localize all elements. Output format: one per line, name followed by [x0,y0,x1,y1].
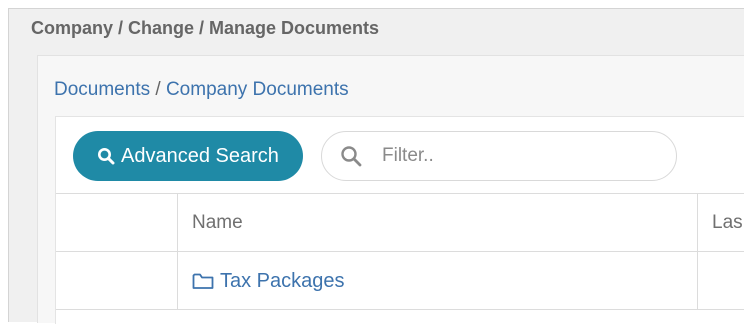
breadcrumb-company-documents-link[interactable]: Company Documents [166,79,349,100]
filter-input[interactable] [382,145,642,167]
breadcrumb: Documents / Company Documents [54,79,349,101]
breadcrumb-documents-link[interactable]: Documents [54,79,150,100]
row-last-modified-cell [698,252,744,310]
breadcrumb-separator: / [150,79,166,100]
name-column-header[interactable]: Name [178,194,698,252]
folder-link-tax-packages[interactable]: Tax Packages [192,270,345,293]
documents-card: Advanced Search Name Las [55,116,744,324]
filter-box[interactable] [321,131,677,181]
search-icon [340,145,362,167]
manage-documents-panel: Company / Change / Manage Documents Docu… [8,8,744,324]
row-select-cell [56,252,178,310]
page-title: Company / Change / Manage Documents [31,18,380,38]
documents-table: Name Las Tax Packages [56,193,744,310]
folder-name: Tax Packages [220,269,345,292]
row-name-cell: Tax Packages [178,252,698,310]
folder-icon [192,272,214,290]
table-header-row: Name Las [56,194,744,252]
advanced-search-button[interactable]: Advanced Search [73,131,303,181]
select-column-header [56,194,178,252]
search-icon [97,147,115,165]
table-row: Tax Packages [56,252,744,310]
last-modified-column-header[interactable]: Las [698,194,744,252]
advanced-search-label: Advanced Search [121,144,279,167]
documents-container: Documents / Company Documents Advanced S… [37,55,744,324]
